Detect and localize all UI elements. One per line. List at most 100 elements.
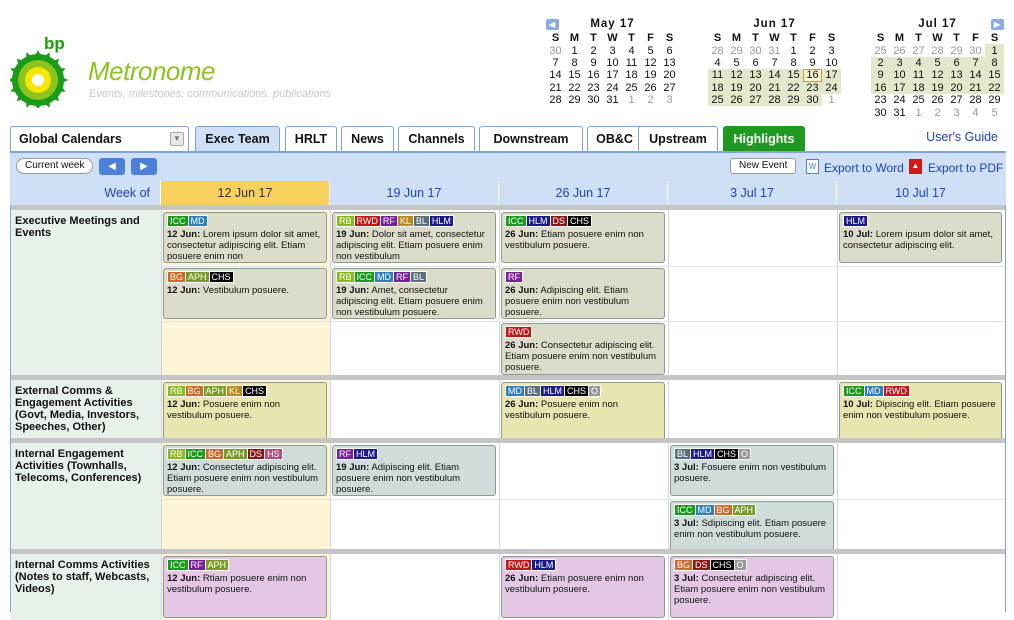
- calendar-day[interactable]: 14: [765, 69, 784, 82]
- users-guide-link[interactable]: User's Guide: [926, 130, 998, 144]
- calendar-day[interactable]: 13: [660, 57, 679, 69]
- category-tag[interactable]: CHS: [564, 385, 590, 397]
- calendar-day[interactable]: 7: [966, 56, 985, 70]
- category-tag[interactable]: DS: [692, 559, 711, 571]
- event-card[interactable]: ICC MD BG APH 3 Jul: Sdipiscing elit. Etiam …: [670, 501, 834, 552]
- calendar-day[interactable]: 26: [890, 44, 909, 57]
- calendar-day[interactable]: 31: [890, 106, 909, 119]
- global-calendars-dropdown[interactable]: Global Calendars ▼: [10, 126, 189, 152]
- calendar-day[interactable]: 1: [985, 44, 1004, 57]
- calendar-day[interactable]: 27: [746, 93, 765, 107]
- calendar-day[interactable]: 14: [966, 69, 985, 82]
- category-tag[interactable]: ICC: [184, 448, 207, 460]
- category-tag[interactable]: BL: [674, 448, 692, 460]
- event-card[interactable]: RB ICC MD RF BL 19 Jun: Amet, consectetur adi…: [332, 268, 496, 319]
- calendar-day[interactable]: 11: [622, 57, 641, 69]
- tab-obc[interactable]: OB&C: [587, 126, 642, 152]
- category-tag[interactable]: KL: [396, 215, 414, 227]
- category-tag[interactable]: BG: [713, 504, 733, 516]
- calendar-day[interactable]: 17: [890, 81, 909, 94]
- calendar-day[interactable]: 2: [928, 106, 947, 119]
- tab-downstream[interactable]: Downstream: [479, 126, 583, 152]
- calendar-day[interactable]: 30: [746, 44, 765, 57]
- calendar-day[interactable]: 13: [947, 69, 966, 82]
- calendar-day[interactable]: 28: [546, 94, 565, 106]
- week-header-cell[interactable]: 19 Jun 17: [329, 181, 498, 205]
- calendar-day[interactable]: 20: [660, 69, 679, 81]
- category-tag[interactable]: ICC: [353, 271, 376, 283]
- calendar-day[interactable]: 3: [890, 56, 909, 70]
- chevron-down-icon[interactable]: ▼: [170, 132, 184, 146]
- calendar-day[interactable]: 16: [871, 81, 890, 94]
- calendar-day[interactable]: 9: [871, 69, 890, 82]
- calendar-day[interactable]: 25: [622, 82, 641, 94]
- category-tag[interactable]: DS: [246, 448, 266, 460]
- category-tag[interactable]: RWD: [882, 385, 910, 397]
- event-card[interactable]: BG APH CHS 12 Jun: Vestibulum posuere.: [163, 268, 327, 319]
- calendar-day[interactable]: 22: [565, 82, 584, 94]
- calendar-day[interactable]: 27: [909, 44, 928, 57]
- calendar-day[interactable]: 2: [803, 44, 822, 57]
- event-card[interactable]: RB BG APH KL CHS 12 Jun: Posuere enim non ves…: [163, 382, 327, 441]
- calendar-day[interactable]: 23: [803, 81, 822, 94]
- calendar-day[interactable]: 3: [660, 94, 679, 106]
- calendar-day[interactable]: 29: [947, 44, 966, 57]
- calendar-day[interactable]: 28: [708, 44, 727, 57]
- category-tag[interactable]: KL: [226, 385, 244, 397]
- calendar-day[interactable]: 9: [803, 57, 822, 69]
- calendar-day[interactable]: 2: [871, 56, 890, 70]
- event-card[interactable]: RB ICC BG APH DS HS 12 Jun: Consectetur adipis…: [163, 445, 327, 496]
- category-tag[interactable]: RF: [505, 271, 523, 283]
- category-tag[interactable]: MD: [694, 504, 715, 516]
- calendar-day[interactable]: 3: [603, 44, 622, 57]
- calendar-day[interactable]: 1: [622, 94, 641, 106]
- category-tag[interactable]: APH: [204, 559, 230, 571]
- calendar-day[interactable]: 11: [909, 69, 928, 82]
- category-tag[interactable]: ICC: [167, 215, 189, 227]
- category-tag[interactable]: O: [733, 559, 747, 571]
- calendar-day[interactable]: 24: [822, 81, 841, 94]
- calendar-day[interactable]: 24: [603, 82, 622, 94]
- calendar-day[interactable]: 25: [871, 44, 890, 57]
- calendar-day[interactable]: 4: [708, 57, 727, 69]
- category-tag[interactable]: O: [738, 448, 752, 460]
- category-tag[interactable]: BG: [205, 448, 225, 460]
- week-header-cell[interactable]: 26 Jun 17: [498, 181, 667, 205]
- calendar-day[interactable]: 26: [928, 94, 947, 106]
- category-tag[interactable]: CHS: [208, 271, 234, 283]
- event-card[interactable]: RB RWD RF KL BL HLM 19 Jun: Dolor sit amet, co…: [332, 212, 496, 263]
- week-cell[interactable]: [668, 210, 837, 380]
- calendar-day[interactable]: 1: [909, 106, 928, 119]
- tab-news[interactable]: News: [341, 126, 394, 152]
- calendar-day[interactable]: 16: [584, 69, 603, 81]
- prev-week-button[interactable]: ◀: [99, 158, 125, 175]
- category-tag[interactable]: RWD: [353, 215, 381, 227]
- tab-hrlt[interactable]: HRLT: [285, 126, 337, 152]
- calendar-day[interactable]: 3: [822, 44, 841, 57]
- calendar-day[interactable]: 2: [584, 44, 603, 57]
- week-cell[interactable]: [330, 380, 499, 443]
- week-header-cell[interactable]: 12 Jun 17: [160, 181, 329, 205]
- category-tag[interactable]: ICC: [674, 504, 696, 516]
- category-tag[interactable]: ICC: [843, 385, 865, 397]
- calendar-day[interactable]: 10: [890, 69, 909, 82]
- calendar-day[interactable]: 22: [784, 81, 803, 94]
- calendar-day[interactable]: 28: [928, 44, 947, 57]
- calendar-day[interactable]: 3: [947, 106, 966, 119]
- tab-channels[interactable]: Channels: [398, 126, 475, 152]
- calendar-day[interactable]: 18: [909, 81, 928, 94]
- current-week-button[interactable]: Current week: [16, 158, 94, 174]
- category-tag[interactable]: BG: [184, 385, 204, 397]
- category-tag[interactable]: APH: [731, 504, 757, 516]
- calendar-day[interactable]: 25: [708, 93, 727, 107]
- calendar-day[interactable]: 13: [746, 69, 765, 82]
- calendar-day[interactable]: 6: [660, 44, 679, 57]
- calendar-day[interactable]: 30: [584, 94, 603, 106]
- calendar-day[interactable]: 6: [746, 57, 765, 69]
- category-tag[interactable]: MD: [505, 385, 525, 397]
- calendar-day[interactable]: 16: [803, 69, 822, 82]
- calendar-day[interactable]: 30: [546, 44, 565, 57]
- category-tag[interactable]: RB: [336, 215, 355, 227]
- calendar-day[interactable]: 26: [727, 93, 746, 107]
- category-tag[interactable]: HLM: [525, 215, 551, 227]
